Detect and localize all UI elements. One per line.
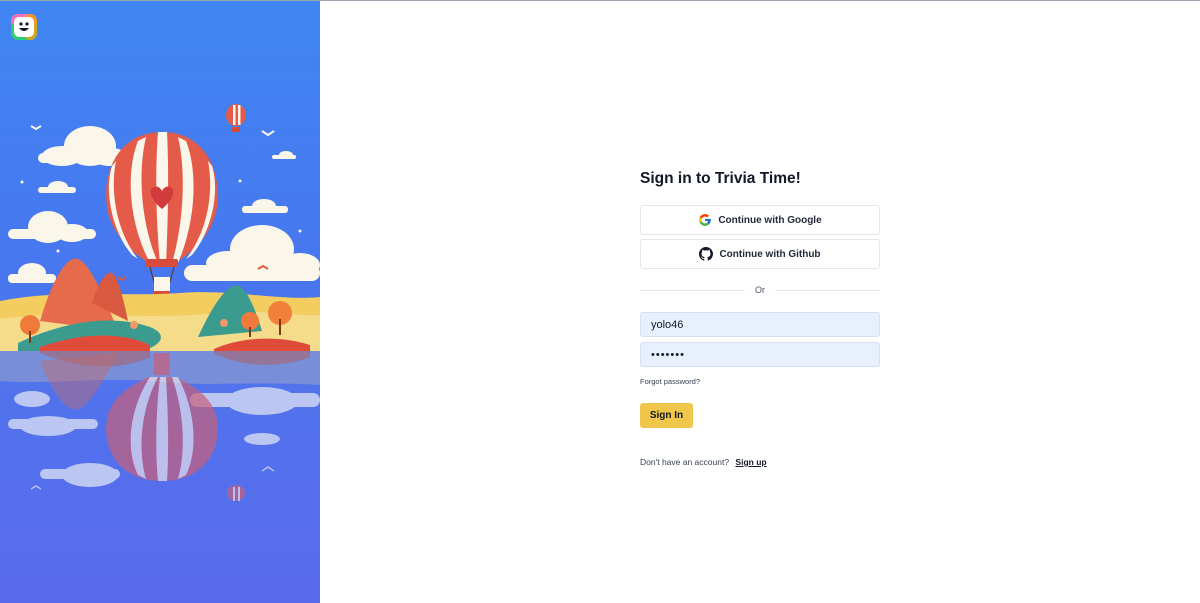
username-input[interactable] bbox=[640, 312, 880, 337]
sign-up-link[interactable]: Sign up bbox=[735, 457, 766, 467]
divider-line bbox=[640, 289, 745, 291]
hero-illustration-panel bbox=[0, 1, 320, 603]
cloud-icon bbox=[242, 199, 288, 213]
cloud-icon bbox=[8, 211, 96, 243]
divider-line bbox=[775, 289, 880, 291]
forgot-password-link[interactable]: Forgot password? bbox=[640, 377, 700, 386]
hot-air-balloon-icon bbox=[226, 104, 246, 132]
cloud-icon bbox=[8, 263, 56, 283]
github-button-label: Continue with Github bbox=[719, 248, 821, 260]
signin-page: Sign in to Trivia Time! Continue with Go… bbox=[0, 0, 1200, 603]
continue-with-github-button[interactable]: Continue with Github bbox=[640, 239, 880, 269]
signin-form: Sign in to Trivia Time! Continue with Go… bbox=[640, 169, 880, 467]
password-input[interactable] bbox=[640, 342, 880, 367]
cloud-icon bbox=[272, 151, 296, 159]
signup-row: Don't have an account? Sign up bbox=[640, 457, 767, 467]
github-icon bbox=[699, 247, 714, 261]
continue-with-google-button[interactable]: Continue with Google bbox=[640, 205, 880, 235]
hero-illustration bbox=[0, 104, 320, 603]
sign-in-button[interactable]: Sign In bbox=[640, 403, 693, 428]
app-logo-icon[interactable] bbox=[10, 13, 38, 41]
cloud-icon bbox=[38, 181, 76, 193]
hot-air-balloon-icon bbox=[227, 485, 245, 501]
page-title: Sign in to Trivia Time! bbox=[640, 170, 801, 187]
signup-prompt: Don't have an account? bbox=[640, 457, 730, 467]
google-button-label: Continue with Google bbox=[718, 214, 822, 226]
google-icon bbox=[698, 213, 712, 227]
divider-text: Or bbox=[755, 285, 765, 295]
or-divider: Or bbox=[640, 284, 880, 296]
